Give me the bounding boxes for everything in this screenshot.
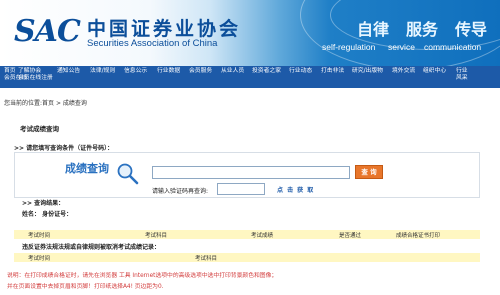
captcha-input[interactable] — [217, 183, 265, 195]
nav-item-research[interactable]: 研究/出版物 — [352, 68, 383, 75]
nav-item-practitioners[interactable]: 从业人员 — [221, 68, 244, 75]
exam-table-col-certificate: 成绩合格证书打印 — [396, 233, 441, 239]
query-panel: 成绩查询 查 询 请输入验证码再查询: 点 击 获 取 — [14, 152, 480, 198]
motto-self-regulation: 自律 — [357, 20, 390, 39]
exam-table-col-subject: 考试科目 — [145, 233, 168, 239]
site-header: SAC 中国证券业协会 Securities Association of Ch… — [0, 0, 500, 66]
nav-item-investors[interactable]: 投资者之家 — [252, 68, 281, 75]
motto-communication: 传导 — [455, 20, 488, 39]
motto-self-regulation-en: self-regulation — [322, 42, 376, 52]
motto-service: 服务 — [406, 20, 439, 39]
breadcrumb: 您当前的位置:首页 > 成绩查询 — [0, 98, 87, 107]
nav-item-about[interactable]: 了解协会 会员在线注册 — [18, 68, 53, 82]
captcha-label: 请输入验证码再查询: — [152, 188, 209, 195]
breadcrumb-separator: > — [55, 100, 61, 107]
nav-item-industry-data[interactable]: 行业数据 — [157, 68, 180, 75]
violation-label: 违反证券法规法规或自律规则被取消考试成绩记录： — [22, 244, 161, 251]
breadcrumb-home-link[interactable]: 首页 — [42, 100, 54, 107]
nav-item-member-services[interactable]: 会员服务 — [189, 68, 212, 75]
print-note-line-2: 并在页面设置中去掉页眉和页脚！打印纸选择A4! 页边距为0. — [7, 284, 164, 290]
id-label: 身份证号： — [42, 211, 73, 218]
exam-table-col-score: 考试成绩 — [251, 233, 274, 239]
violation-table-header: 考试时间 考试科目 — [14, 253, 480, 262]
id-number-input[interactable] — [152, 166, 350, 179]
result-name-row: 姓名： 身份证号： — [22, 209, 72, 218]
breadcrumb-prefix: 您当前的位置: — [4, 100, 43, 107]
query-heading: 成绩查询 — [65, 162, 109, 175]
nav-item-organization[interactable]: 组织中心 — [423, 68, 446, 75]
nav-item-notices[interactable]: 通知公告 — [57, 68, 80, 75]
print-note-line-1: 说明：在打印成绩合格证时，请先在浏览器 工具 Internet选项中的高级选项中… — [7, 273, 278, 279]
magnifier-icon — [117, 163, 139, 185]
exam-table-header: 考试时间 考试科目 考试成绩 是否通过 成绩合格证书打印 — [14, 230, 480, 239]
nav-item-industry-style[interactable]: 行业 风采 — [456, 68, 468, 82]
captcha-refresh-link[interactable]: 点 击 获 取 — [277, 185, 314, 194]
page-title: 考试成绩查询 — [20, 125, 59, 133]
site-name-en: Securities Association of China — [87, 38, 218, 49]
nav-item-anti-illegal[interactable]: 打击非法 — [321, 68, 344, 75]
sac-logo[interactable]: SAC — [14, 14, 81, 49]
violation-table-col-subject: 考试科目 — [195, 256, 218, 262]
query-condition-label: >> 请您填写查询条件（证件号码）： — [14, 145, 114, 152]
breadcrumb-current: 成绩查询 — [62, 100, 87, 107]
results-label: >> 查询结果： — [22, 200, 65, 207]
query-button[interactable]: 查 询 — [355, 165, 383, 179]
site-name-cn: 中国证券业协会 — [87, 18, 242, 40]
motto-service-en: service — [388, 42, 415, 52]
nav-item-disclosure[interactable]: 信息公示 — [124, 68, 147, 75]
main-nav: 首页 会员在线 了解协会 会员在线注册 通知公告 法律/规则 信息公示 行业数据 会… — [0, 66, 500, 88]
page: SAC 中国证券业协会 Securities Association of Ch… — [0, 0, 500, 295]
nav-item-overseas[interactable]: 境外交流 — [392, 68, 415, 75]
nav-item-industry-news[interactable]: 行业动态 — [289, 68, 312, 75]
violation-table-col-time: 考试时间 — [28, 256, 51, 262]
name-label: 姓名： — [22, 211, 41, 218]
nav-item-laws[interactable]: 法律/规则 — [90, 68, 115, 75]
exam-table-col-time: 考试时间 — [28, 233, 51, 239]
exam-table-col-passed: 是否通过 — [339, 233, 362, 239]
motto-communication-en: communication — [424, 42, 482, 52]
